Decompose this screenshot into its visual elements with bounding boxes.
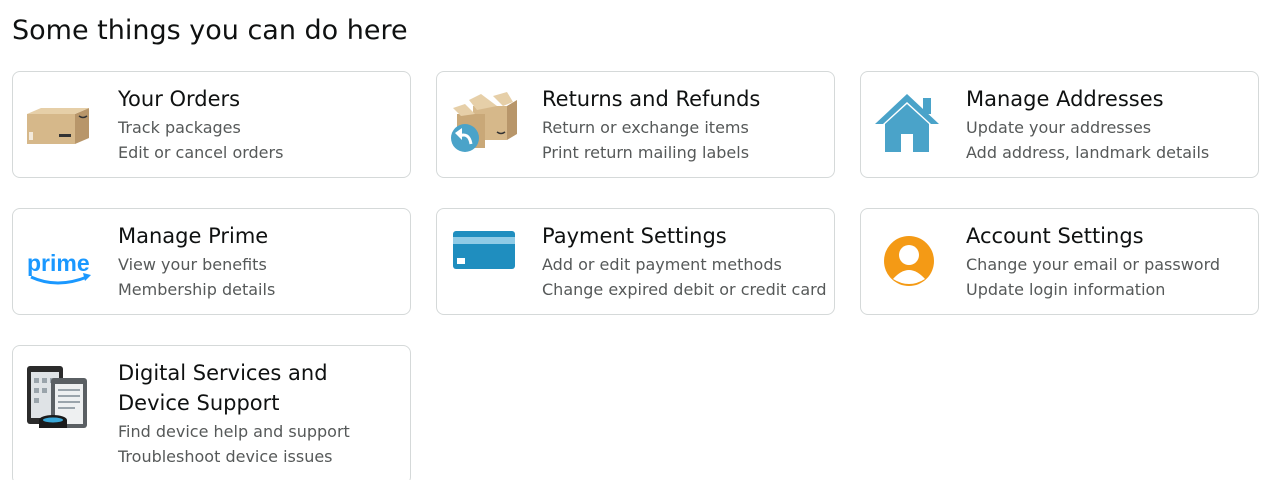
prime-logo-icon: prime bbox=[23, 225, 93, 295]
card-line: Update login information bbox=[966, 280, 1166, 299]
card-line: View your benefits bbox=[118, 255, 267, 274]
card-title: Manage Prime bbox=[118, 224, 269, 248]
card-line: Membership details bbox=[118, 280, 276, 299]
house-icon bbox=[871, 88, 941, 158]
page-title: Some things you can do here bbox=[12, 15, 408, 46]
package-box-icon bbox=[23, 88, 93, 158]
card-line: Change expired debit or credit card bbox=[542, 280, 827, 299]
card-line: Track packages bbox=[118, 118, 241, 137]
card-manage-prime[interactable]: prime Manage Prime View your benefits Me… bbox=[12, 208, 411, 315]
card-payment-settings[interactable]: Payment Settings Add or edit payment met… bbox=[436, 208, 835, 315]
card-title: Your Orders bbox=[118, 87, 241, 111]
card-title: Digital Services and Device Support bbox=[118, 361, 328, 415]
card-title: Manage Addresses bbox=[966, 87, 1164, 111]
return-boxes-icon bbox=[447, 88, 517, 158]
page: Some things you can do here Your Orders … bbox=[0, 0, 1267, 480]
card-line: Edit or cancel orders bbox=[118, 143, 284, 162]
card-line: Print return mailing labels bbox=[542, 143, 750, 162]
credit-card-icon bbox=[447, 225, 517, 295]
card-line: Return or exchange items bbox=[542, 118, 749, 137]
card-title: Account Settings bbox=[966, 224, 1144, 248]
card-line: Add address, landmark details bbox=[966, 143, 1210, 162]
user-avatar-icon bbox=[871, 225, 941, 295]
card-your-orders[interactable]: Your Orders Track packages Edit or cance… bbox=[12, 71, 411, 178]
card-account-settings[interactable]: Account Settings Change your email or pa… bbox=[860, 208, 1259, 315]
card-line: Troubleshoot device issues bbox=[118, 447, 333, 466]
card-line: Find device help and support bbox=[118, 422, 350, 441]
card-line: Change your email or password bbox=[966, 255, 1221, 274]
prime-logo-text: prime bbox=[27, 250, 90, 276]
card-line: Update your addresses bbox=[966, 118, 1152, 137]
card-line: Add or edit payment methods bbox=[542, 255, 782, 274]
card-title: Returns and Refunds bbox=[542, 87, 761, 111]
card-title: Payment Settings bbox=[542, 224, 727, 248]
card-manage-addresses[interactable]: Manage Addresses Update your addresses A… bbox=[860, 71, 1259, 178]
card-returns-and-refunds[interactable]: Returns and Refunds Return or exchange i… bbox=[436, 71, 835, 178]
devices-icon bbox=[23, 362, 93, 432]
card-digital-services[interactable]: Digital Services and Device Support Find… bbox=[12, 345, 411, 480]
